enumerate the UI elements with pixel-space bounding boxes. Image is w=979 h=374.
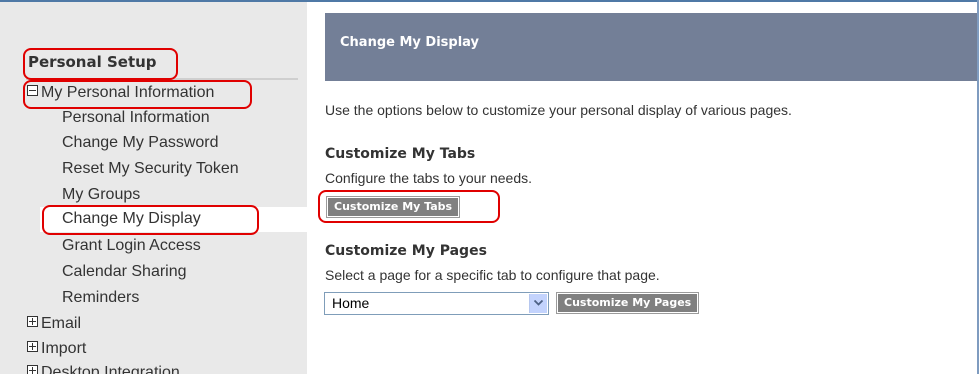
customize-tabs-heading: Customize My Tabs (325, 146, 476, 162)
sidebar-item-reset-my-security-token[interactable]: Reset My Security Token (62, 159, 239, 179)
sidebar-item-personal-information[interactable]: Personal Information (62, 108, 210, 128)
customize-my-pages-button[interactable]: Customize My Pages (555, 292, 700, 314)
sidebar-item-email[interactable]: Email (27, 314, 81, 334)
sidebar-item-label: Import (41, 340, 87, 357)
collapse-icon[interactable] (27, 85, 38, 96)
page: Personal Setup My Personal Information P… (0, 0, 979, 374)
customize-tabs-description: Configure the tabs to your needs. (325, 170, 533, 186)
sidebar-item-label: Desktop Integration (41, 364, 180, 374)
customize-pages-heading: Customize My Pages (325, 243, 487, 259)
intro-text: Use the options below to customize your … (325, 102, 792, 118)
sidebar-item-label: My Personal Information (41, 84, 215, 101)
expand-icon[interactable] (27, 365, 38, 374)
page-title: Change My Display (340, 35, 480, 50)
sidebar-item-my-groups[interactable]: My Groups (62, 185, 140, 205)
sidebar-item-grant-login-access[interactable]: Grant Login Access (62, 236, 201, 256)
page-select-value: Home (332, 295, 370, 311)
sidebar-item-my-personal-information[interactable]: My Personal Information (27, 83, 214, 103)
expand-icon[interactable] (27, 341, 38, 352)
sidebar-divider (26, 78, 298, 80)
sidebar-header: Personal Setup (28, 53, 157, 71)
customize-my-tabs-button[interactable]: Customize My Tabs (325, 196, 461, 218)
sidebar-item-change-my-password[interactable]: Change My Password (62, 133, 219, 153)
sidebar-item-calendar-sharing[interactable]: Calendar Sharing (62, 262, 187, 282)
customize-pages-description: Select a page for a specific tab to conf… (325, 267, 660, 283)
page-select-dropdown[interactable]: Home (324, 292, 549, 315)
sidebar-item-import[interactable]: Import (27, 339, 86, 359)
sidebar-item-change-my-display[interactable]: Change My Display (62, 209, 201, 229)
sidebar-item-reminders[interactable]: Reminders (62, 288, 139, 308)
sidebar-item-label: Email (41, 315, 82, 332)
dropdown-arrow-icon[interactable] (529, 294, 547, 313)
sidebar-item-desktop-integration[interactable]: Desktop Integration (27, 363, 180, 374)
expand-icon[interactable] (27, 316, 38, 327)
